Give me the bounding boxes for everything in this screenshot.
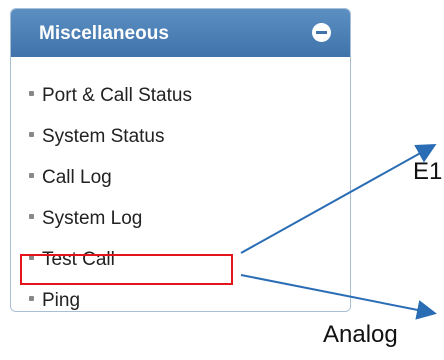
arrow-to-analog — [240, 274, 437, 320]
annotation-label-e1: E1 — [413, 158, 443, 185]
annotation-label-analog: Analog — [323, 321, 398, 348]
annotation-arrows — [240, 144, 437, 320]
arrow-to-e1 — [240, 144, 437, 254]
